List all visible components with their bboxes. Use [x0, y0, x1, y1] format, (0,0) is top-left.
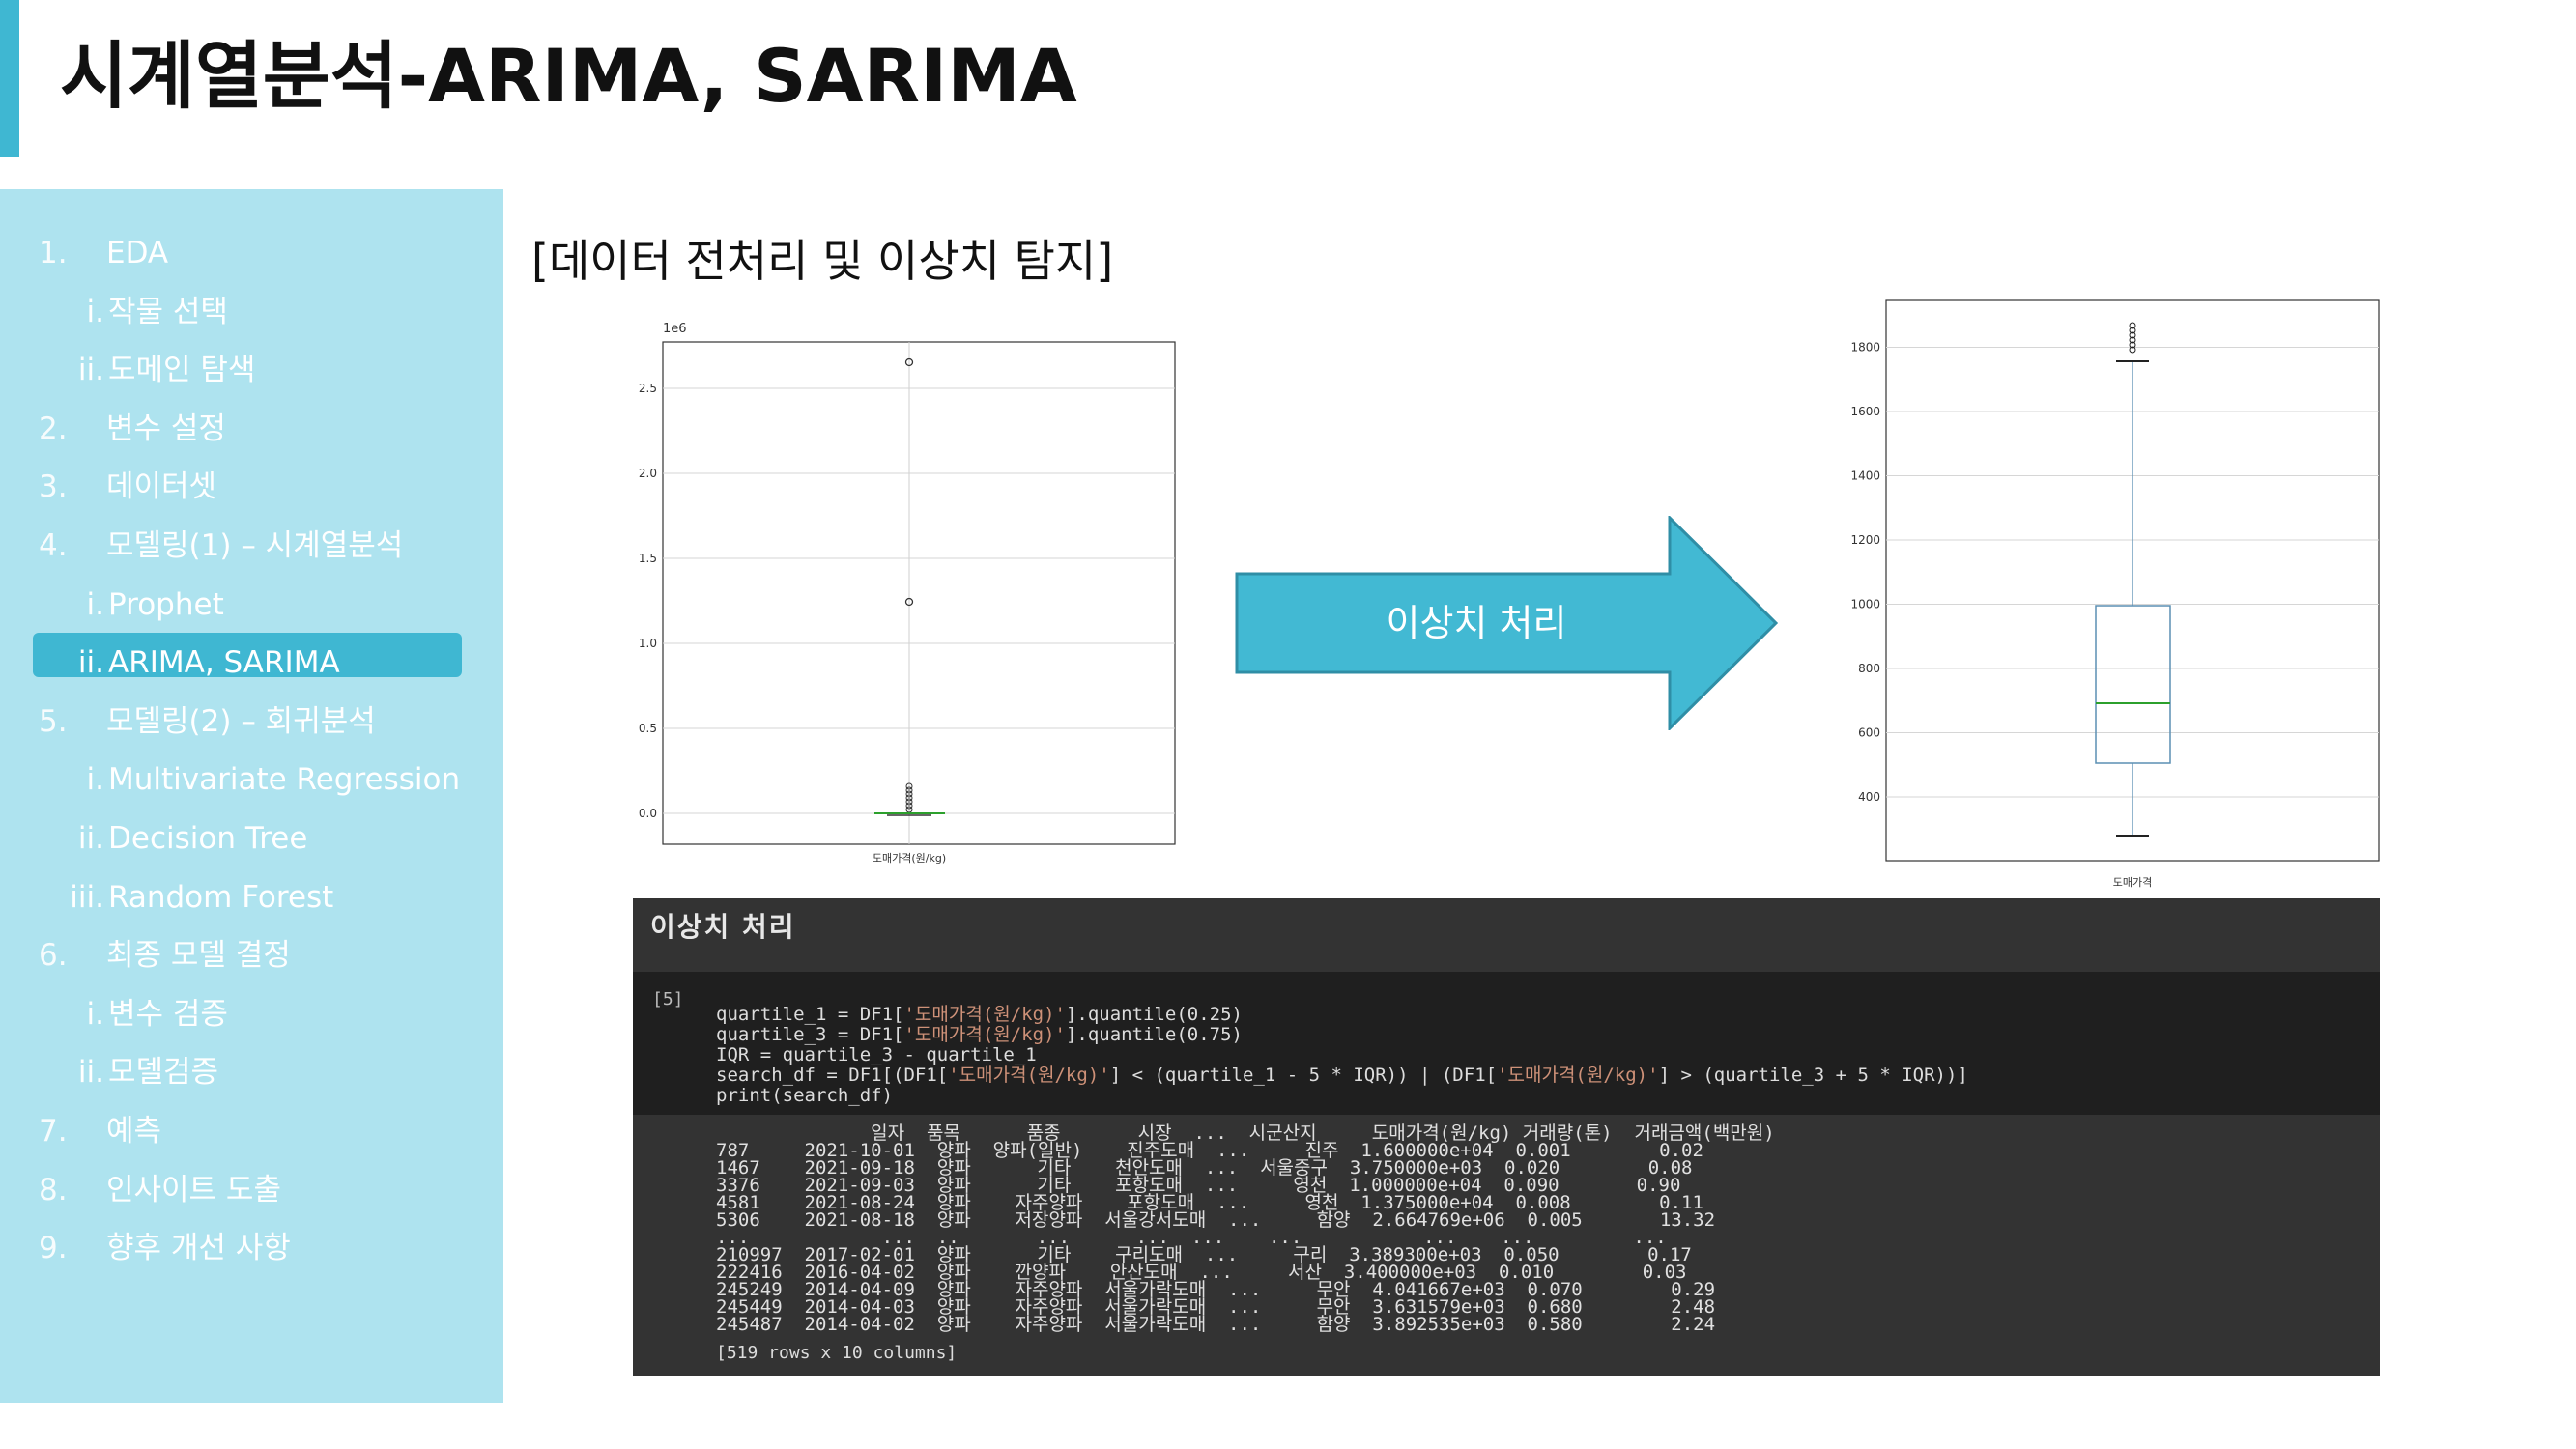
y-tick-label: 0.0: [639, 807, 657, 820]
sidebar-item[interactable]: 1. EDA: [0, 228, 503, 278]
sidebar-item-label: 도메인 탐색: [108, 353, 256, 387]
arrow-label: 이상치 처리: [1387, 602, 1567, 644]
sidebar-item-label: 데이터셋: [106, 469, 217, 504]
sidebar-item-label: Random Forest: [108, 880, 334, 915]
code-panel: 이상치 처리 [5] quartile_1 = DF1['도매가격(원/kg)'…: [633, 898, 2380, 1376]
boxplot-after: 400 600 800 1000 1200 1400 1600 1800 도매가격: [1850, 299, 2380, 889]
slide-title: 시계열분석-ARIMA, SARIMA: [60, 33, 1077, 119]
sidebar-item-label: 모델검증: [108, 1055, 219, 1090]
y-tick-label: 1800: [1850, 341, 1880, 355]
sidebar-item[interactable]: 9. 향후 개선 사항: [0, 1223, 503, 1273]
sidebar-item-label: Prophet: [108, 587, 224, 622]
code-line: quartile_1 = DF1['도매가격(원/kg)'].quantile(…: [716, 1004, 1243, 1025]
sidebar-item[interactable]: ii. ARIMA, SARIMA: [0, 638, 503, 688]
sidebar-item[interactable]: 7. 예측: [0, 1106, 503, 1156]
sidebar-item-number: 7.: [39, 1114, 68, 1149]
sidebar-item-label: 모델링(1) – 시계열분석: [106, 528, 404, 563]
sidebar-item-label: Decision Tree: [108, 821, 308, 856]
outlier-cluster: [2129, 322, 2136, 354]
code-line: quartile_3 = DF1['도매가격(원/kg)'].quantile(…: [716, 1024, 1243, 1045]
code-panel-title: 이상치 처리: [650, 911, 796, 943]
sidebar-item-number: 6.: [39, 938, 68, 973]
sidebar-item-number: 1.: [39, 236, 68, 270]
sidebar-item-number: ii.: [77, 645, 104, 680]
y-tick-label: 1600: [1850, 405, 1880, 418]
code-line: print(search_df): [716, 1085, 894, 1106]
sidebar-item[interactable]: 8. 인사이트 도출: [0, 1165, 503, 1215]
sidebar-item-number: ii.: [77, 1055, 104, 1090]
y-tick-label: 1000: [1850, 598, 1880, 611]
sidebar-item-label: 인사이트 도출: [106, 1173, 281, 1208]
y-tick-label: 600: [1858, 726, 1880, 740]
sidebar-item-label: 예측: [106, 1114, 162, 1149]
arrow-shape: 이상치 처리: [1235, 516, 1778, 730]
offset-label: 1e6: [663, 322, 687, 336]
sidebar-item[interactable]: i. Prophet: [0, 580, 503, 630]
sidebar-item-number: i.: [86, 997, 104, 1032]
boxplot-before: 1e6 0.0 0.5 1.0 1.5 2.0 2.5 도매가격(원/kg): [639, 322, 1176, 865]
sidebar-item[interactable]: i. 변수 검증: [0, 989, 503, 1039]
title-accent-bar: [0, 0, 19, 157]
sidebar-item[interactable]: 6. 최종 모델 결정: [0, 930, 503, 980]
sidebar-item-label: 변수 검증: [108, 997, 228, 1032]
sidebar-item-label: 모델링(2) – 회귀분석: [106, 704, 376, 739]
sidebar-item-number: 3.: [39, 469, 68, 504]
sidebar-item-number: iii.: [70, 880, 104, 915]
cell-number: [5]: [652, 989, 684, 1009]
code-lines: quartile_1 = DF1['도매가격(원/kg)'].quantile(…: [716, 1005, 1968, 1106]
y-tick-label: 400: [1858, 790, 1880, 804]
sidebar-item-label: 최종 모델 결정: [106, 938, 291, 973]
y-tick-label: 1.0: [639, 637, 657, 650]
sidebar-item[interactable]: 3. 데이터셋: [0, 462, 503, 512]
sidebar-item[interactable]: 5. 모델링(2) – 회귀분석: [0, 696, 503, 747]
y-tick-label: 2.0: [639, 467, 657, 480]
sidebar-item-number: i.: [86, 295, 104, 329]
y-tick-label: 800: [1858, 662, 1880, 675]
sidebar-item[interactable]: i. 작물 선택: [0, 287, 503, 337]
y-tick-label: 0.5: [639, 722, 657, 735]
sidebar-item[interactable]: 2. 변수 설정: [0, 404, 503, 454]
y-tick-label: 2.5: [639, 382, 657, 395]
sidebar-item[interactable]: iii. Random Forest: [0, 872, 503, 923]
sidebar-item[interactable]: 4. 모델링(1) – 시계열분석: [0, 521, 503, 571]
sidebar-item[interactable]: ii. 도메인 탐색: [0, 345, 503, 395]
sidebar-item-label: 향후 개선 사항: [106, 1231, 291, 1265]
sidebar-item-label: 변수 설정: [106, 412, 226, 446]
sidebar-item-number: i.: [86, 587, 104, 622]
x-tick-label: 도매가격(원/kg): [873, 852, 946, 865]
y-tick-label: 1400: [1850, 469, 1880, 483]
x-tick-label: 도매가격: [2113, 876, 2152, 889]
output-lines: 일자 품목 품종 시장 ... 시군산지 도매가격(원/kg) 거래량(톤) 거…: [716, 1124, 1775, 1335]
sidebar-item-number: 5.: [39, 704, 68, 739]
sidebar-item-number: 9.: [39, 1231, 68, 1265]
output-footer: [519 rows x 10 columns]: [716, 1343, 958, 1363]
plot-frame: [662, 341, 1176, 845]
sidebar-item-number: 2.: [39, 412, 68, 446]
y-tick-label: 1200: [1850, 533, 1880, 547]
sidebar-item[interactable]: ii. 모델검증: [0, 1047, 503, 1097]
sidebar-item-number: i.: [86, 762, 104, 797]
sidebar-item-number: 8.: [39, 1173, 68, 1208]
sidebar-item-number: 4.: [39, 528, 68, 563]
sidebar-item[interactable]: ii. Decision Tree: [0, 813, 503, 864]
code-line: search_df = DF1[(DF1['도매가격(원/kg)'] < (qu…: [716, 1065, 1968, 1086]
sidebar-item-label: Multivariate Regression: [108, 762, 461, 797]
sidebar-item-label: 작물 선택: [108, 295, 228, 329]
output-line: 245487 2014-04-02 양파 자주양파 서울가락도매 ... 함양 …: [716, 1314, 1716, 1335]
code-line: IQR = quartile_3 - quartile_1: [716, 1044, 1037, 1065]
sidebar-item-number: ii.: [77, 821, 104, 856]
sidebar-item-label: EDA: [106, 236, 169, 270]
sidebar-item-number: ii.: [77, 353, 104, 387]
sidebar-item-label: ARIMA, SARIMA: [108, 645, 340, 680]
y-tick-label: 1.5: [639, 552, 657, 565]
sidebar-item[interactable]: i. Multivariate Regression: [0, 754, 503, 805]
section-heading: [데이터 전처리 및 이상치 탐지]: [531, 235, 1114, 287]
